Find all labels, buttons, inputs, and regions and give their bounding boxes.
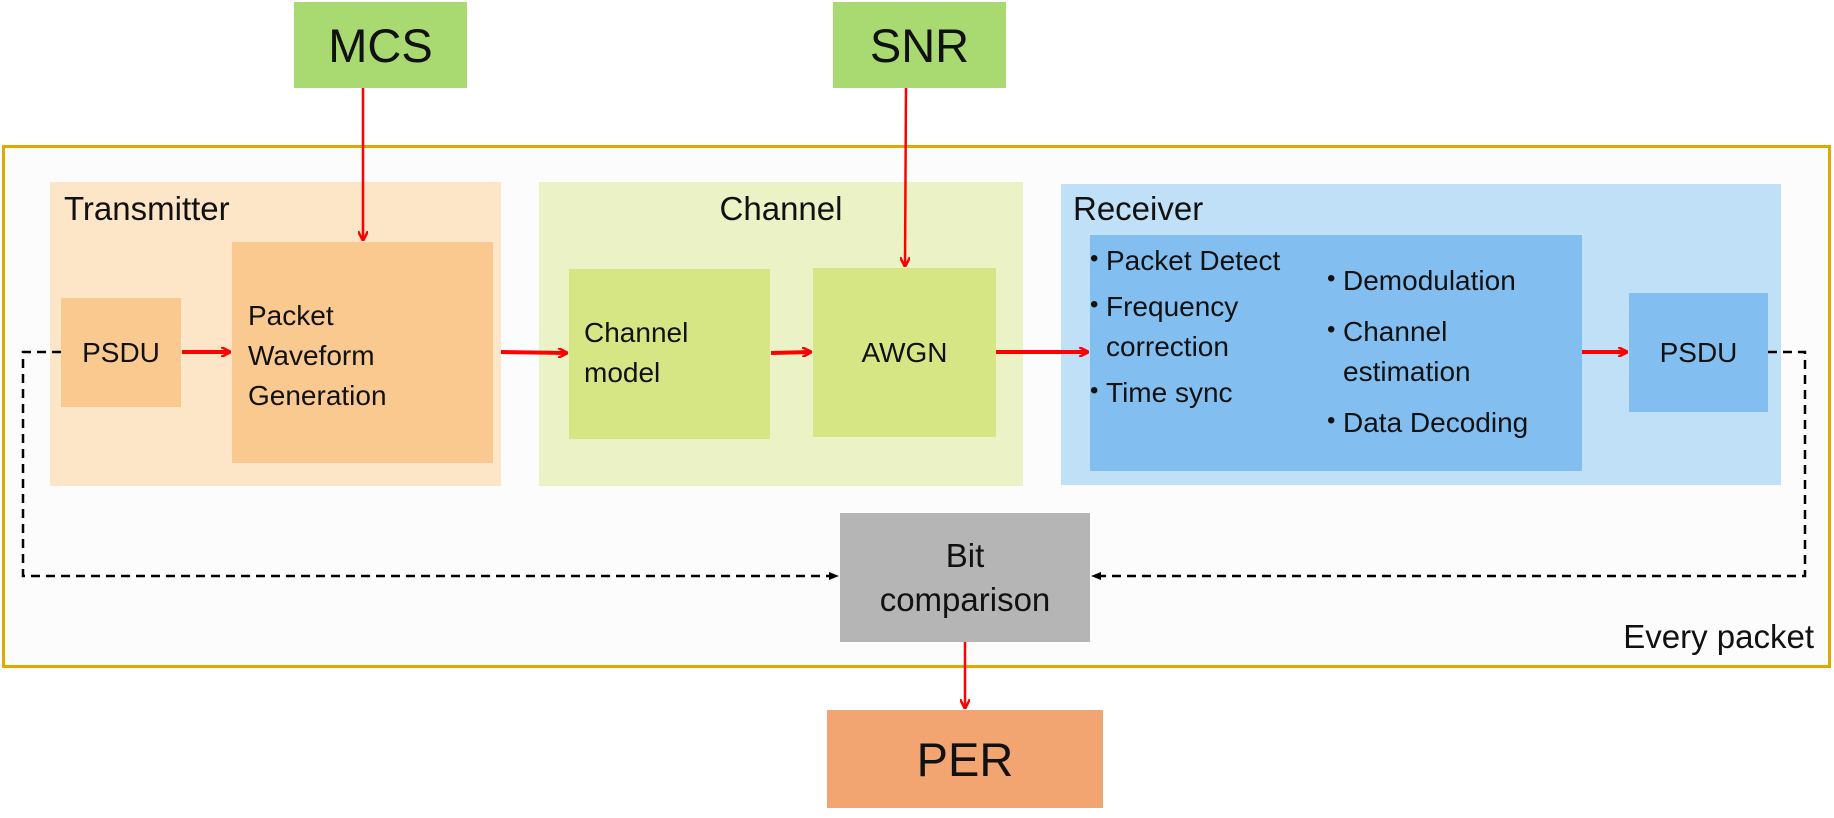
arrow-snr-to-awgn <box>905 87 906 266</box>
arrow-model-to-awgn <box>770 352 811 353</box>
dashed-rx-psdu-to-comparison <box>1091 350 1807 580</box>
dashed-tx-psdu-to-comparison <box>21 350 839 580</box>
arrow-tx-to-channel <box>500 352 567 353</box>
connectors <box>21 87 1807 818</box>
